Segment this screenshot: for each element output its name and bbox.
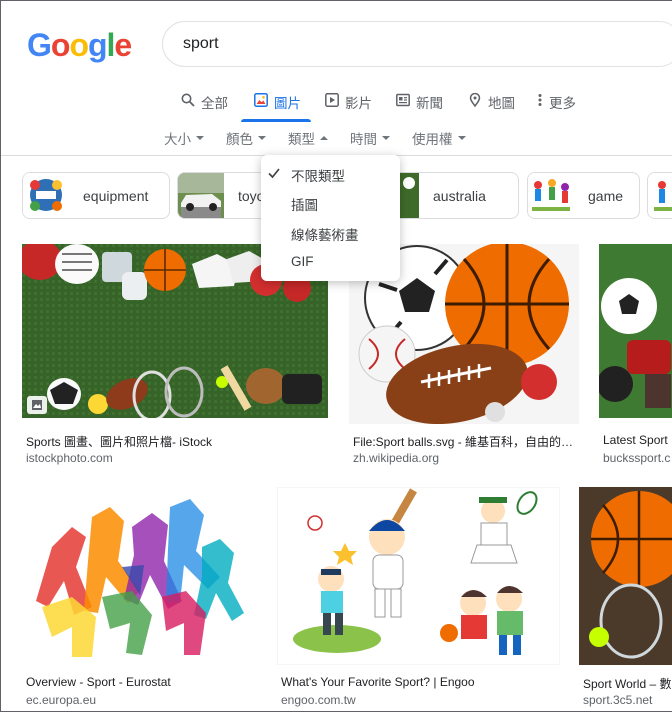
filter-type[interactable]: 類型 bbox=[288, 128, 328, 148]
tab-all-label: 全部 bbox=[201, 96, 228, 111]
tab-news[interactable]: 新聞 bbox=[396, 89, 443, 123]
tab-videos-label: 影片 bbox=[345, 96, 372, 111]
result-source[interactable]: ec.europa.eu bbox=[26, 693, 258, 707]
result-title[interactable]: Latest Sport bbox=[603, 433, 672, 447]
chip-equipment[interactable]: equipment bbox=[22, 172, 170, 219]
menu-item-clip-art[interactable]: 插圖 bbox=[291, 194, 318, 214]
search-input[interactable]: sport bbox=[183, 35, 219, 53]
tab-all[interactable]: 全部 bbox=[181, 89, 228, 123]
result-source[interactable]: sport.3c5.net bbox=[583, 693, 672, 707]
result-image[interactable] bbox=[277, 487, 560, 665]
result-image[interactable] bbox=[22, 487, 258, 665]
image-icon bbox=[32, 400, 42, 410]
image-icon bbox=[254, 93, 268, 107]
result-image[interactable] bbox=[579, 487, 672, 665]
tab-more[interactable]: 更多 bbox=[537, 89, 576, 123]
logo-letter: l bbox=[106, 27, 116, 63]
caret-up-icon bbox=[320, 136, 328, 140]
google-images-page: Google sport 全部 圖片 影片 新聞 地圖 更多 大小 顏色 類型 … bbox=[0, 0, 672, 712]
result-title[interactable]: File:Sport balls.svg - 維基百科，自由的… bbox=[353, 433, 581, 450]
caret-down-icon bbox=[196, 136, 204, 140]
result-source[interactable]: istockphoto.com bbox=[26, 451, 326, 465]
logo-letter: e bbox=[114, 27, 132, 63]
image-type-badge bbox=[27, 396, 47, 414]
chip-thumbnail bbox=[648, 173, 672, 218]
menu-item-gif[interactable]: GIF bbox=[291, 254, 314, 269]
caret-down-icon bbox=[258, 136, 266, 140]
result-tile[interactable]: Latest Sport buckssport.c bbox=[599, 244, 672, 466]
play-icon bbox=[325, 93, 339, 107]
menu-item-line-drawing[interactable]: 線條藝術畫 bbox=[291, 224, 359, 244]
chip-thumbnail bbox=[23, 173, 69, 218]
chip-thumbnail bbox=[178, 173, 224, 218]
result-title[interactable]: Overview - Sport - Eurostat bbox=[26, 675, 258, 689]
chip-label: game bbox=[588, 187, 624, 204]
tab-images[interactable]: 圖片 bbox=[254, 89, 301, 123]
tab-more-label: 更多 bbox=[549, 96, 576, 111]
logo-letter: o bbox=[69, 27, 89, 63]
logo-letter: G bbox=[27, 27, 52, 63]
logo-letter: o bbox=[50, 27, 71, 63]
tab-images-label: 圖片 bbox=[274, 96, 301, 111]
filter-usage-rights[interactable]: 使用權 bbox=[412, 128, 466, 148]
more-vert-icon bbox=[538, 94, 542, 106]
result-source[interactable]: zh.wikipedia.org bbox=[353, 451, 581, 465]
news-icon bbox=[396, 93, 410, 107]
caret-down-icon bbox=[382, 136, 390, 140]
type-filter-menu: 不限類型 插圖 線條藝術畫 GIF bbox=[261, 155, 400, 281]
search-box[interactable]: sport bbox=[162, 21, 672, 67]
tab-maps-label: 地圖 bbox=[488, 96, 515, 111]
result-title[interactable]: What's Your Favorite Sport? | Engoo bbox=[281, 675, 560, 689]
menu-item-any-type[interactable]: 不限類型 bbox=[291, 165, 345, 185]
filter-size-label: 大小 bbox=[164, 132, 191, 147]
result-source[interactable]: buckssport.c bbox=[603, 451, 672, 465]
chip-more[interactable] bbox=[647, 172, 672, 219]
checkmark-icon bbox=[268, 168, 280, 179]
result-tile[interactable]: Overview - Sport - Eurostat ec.europa.eu bbox=[22, 487, 258, 711]
map-pin-icon bbox=[469, 93, 481, 107]
result-tile[interactable]: Sport World – 數 sport.3c5.net bbox=[579, 487, 672, 711]
tab-maps[interactable]: 地圖 bbox=[468, 89, 515, 123]
chip-thumbnail bbox=[528, 173, 574, 218]
filter-time[interactable]: 時間 bbox=[350, 128, 390, 148]
result-source[interactable]: engoo.com.tw bbox=[281, 693, 560, 707]
result-title[interactable]: Sports 圖畫、圖片和照片檔- iStock bbox=[26, 433, 326, 450]
tab-videos[interactable]: 影片 bbox=[325, 89, 372, 123]
result-image[interactable] bbox=[599, 244, 672, 418]
filter-time-label: 時間 bbox=[350, 132, 377, 147]
filter-color[interactable]: 顏色 bbox=[226, 128, 266, 148]
tab-news-label: 新聞 bbox=[416, 96, 443, 111]
result-tile[interactable]: What's Your Favorite Sport? | Engoo engo… bbox=[277, 487, 560, 711]
filter-usage-rights-label: 使用權 bbox=[412, 132, 453, 147]
chip-label: australia bbox=[433, 187, 486, 204]
logo-letter: g bbox=[87, 27, 108, 63]
active-tab-indicator bbox=[241, 119, 311, 122]
result-title[interactable]: Sport World – 數 bbox=[583, 675, 672, 692]
caret-down-icon bbox=[457, 136, 466, 140]
chip-game[interactable]: game bbox=[527, 172, 640, 219]
filter-color-label: 顏色 bbox=[226, 132, 253, 147]
search-icon bbox=[181, 93, 195, 107]
google-logo[interactable]: Google bbox=[27, 27, 132, 63]
filter-size[interactable]: 大小 bbox=[164, 128, 204, 148]
filter-type-label: 類型 bbox=[288, 132, 315, 147]
chip-label: equipment bbox=[83, 187, 149, 204]
